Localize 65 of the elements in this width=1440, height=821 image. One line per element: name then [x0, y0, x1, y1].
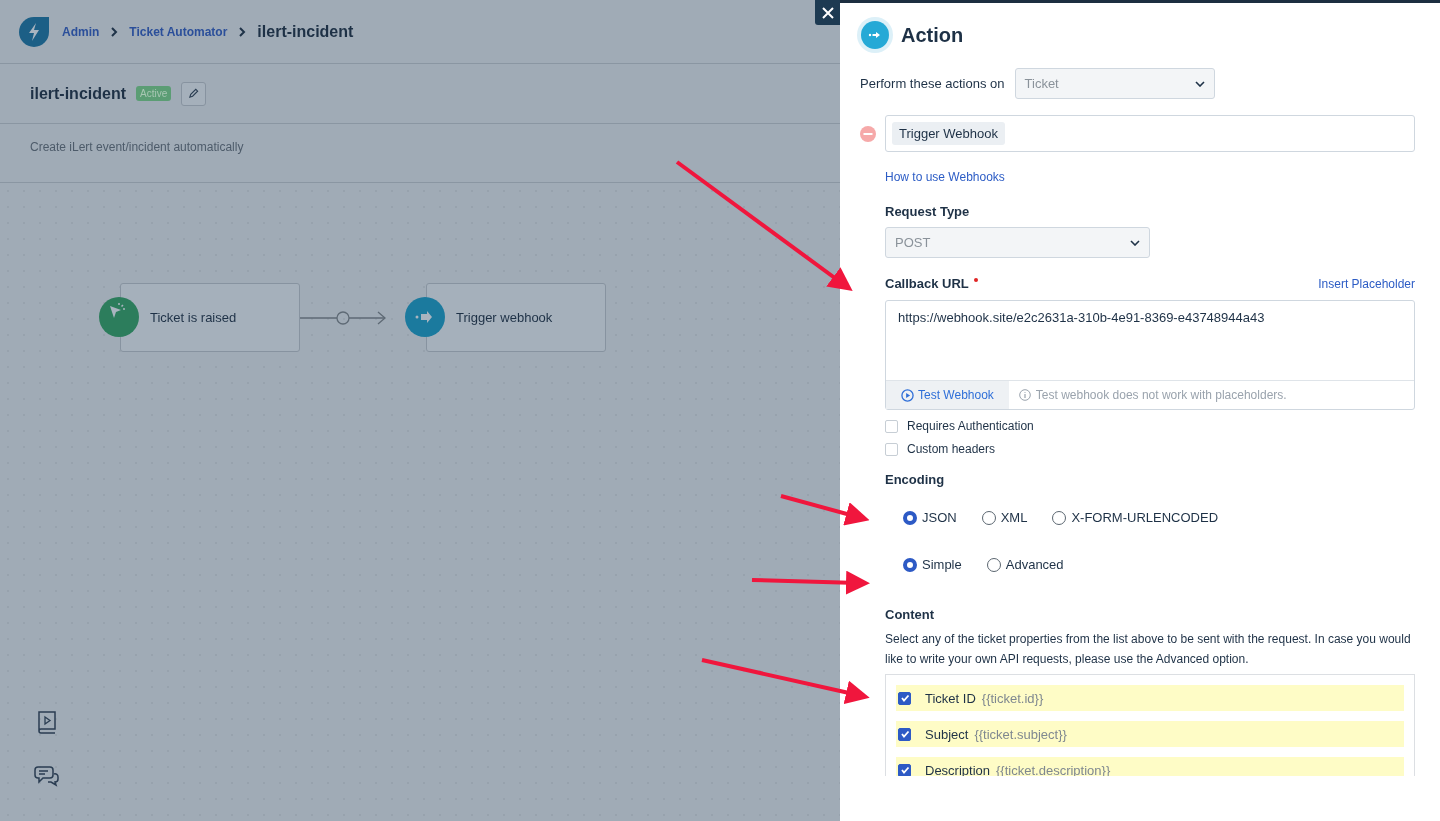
- radio-label: JSON: [922, 510, 957, 525]
- chevron-down-icon: [1194, 80, 1205, 87]
- cursor-click-icon: [99, 297, 139, 337]
- field-label: Request Type: [885, 204, 971, 219]
- test-webhook-button[interactable]: Test Webhook: [886, 381, 1009, 409]
- checkbox-label: Custom headers: [907, 442, 996, 456]
- chevron-icon: [109, 25, 120, 38]
- insert-placeholder-link[interactable]: Insert Placeholder: [1318, 276, 1415, 291]
- field-label: Encoding: [885, 472, 946, 487]
- radio-button[interactable]: [903, 510, 917, 525]
- field-label: Content: [885, 607, 936, 622]
- field-row[interactable]: Subject {{ticket.subject}}: [896, 721, 1404, 747]
- checkbox[interactable]: [898, 763, 911, 776]
- checkbox[interactable]: [898, 727, 911, 741]
- field-placeholder: {{ticket.subject}}: [974, 726, 1067, 742]
- field-row[interactable]: Ticket ID {{ticket.id}}: [896, 685, 1404, 711]
- help-link[interactable]: How to use Webhooks: [885, 170, 1415, 184]
- info-icon: [1018, 389, 1031, 401]
- chat-icon: [34, 765, 60, 787]
- radio-button[interactable]: [986, 557, 1001, 572]
- rule-name: ilert-incident: [30, 84, 126, 103]
- checkbox-label: Requires Authentication: [907, 419, 1034, 433]
- chevron-icon: [237, 25, 248, 38]
- checkbox[interactable]: [898, 691, 911, 705]
- edit-button[interactable]: [181, 81, 207, 106]
- rule-description: Create iLert event/incident automatically: [30, 140, 244, 154]
- content-hint: Select any of the ticket properties from the list above to be sent with the request. In case you would like to write your own API requests, please use the Advanced option.: [885, 631, 1412, 668]
- action-icon: [857, 17, 893, 53]
- book-icon: [36, 709, 58, 735]
- breadcrumb-link[interactable]: Admin: [62, 24, 100, 39]
- arrow-right-icon: [405, 297, 445, 337]
- radio-label: XML: [1000, 510, 1028, 525]
- node-label: Ticket is raised: [150, 310, 237, 325]
- remove-icon: [860, 125, 876, 142]
- close-icon: [820, 5, 835, 20]
- radio-label: Advanced: [1005, 557, 1064, 572]
- pencil-icon: [188, 88, 200, 99]
- field-label: Perform these actions on: [860, 76, 1005, 91]
- radio-button[interactable]: [981, 510, 996, 525]
- field-label: Callback URL: [885, 276, 969, 291]
- check-icon: [899, 693, 910, 703]
- chevron-down-icon: [1130, 239, 1140, 246]
- action-tag: Trigger Webhook: [892, 122, 1005, 145]
- play-icon: [901, 388, 914, 402]
- radio-label: X-FORM-URLENCODED: [1071, 510, 1219, 525]
- check-icon: [899, 765, 910, 775]
- check-icon: [899, 729, 910, 739]
- radio-button[interactable]: [903, 557, 917, 572]
- field-placeholder: {{ticket.id}}: [981, 690, 1044, 706]
- close-button[interactable]: [815, 0, 840, 25]
- panel-title: Action: [901, 23, 964, 47]
- node-label: Trigger webhook: [456, 310, 553, 325]
- logo-icon: [18, 15, 50, 48]
- url-field[interactable]: https://webhook.site/e2c2631a-310b-4e91-8369-e43748944a43: [886, 301, 1414, 380]
- radio-label: Simple: [922, 557, 962, 572]
- workflow-node[interactable]: Trigger webhook: [426, 283, 606, 352]
- field-name: Subject: [925, 726, 969, 742]
- radio-button[interactable]: [1052, 510, 1067, 525]
- action-field[interactable]: Trigger Webhook: [885, 115, 1415, 152]
- workflow-node[interactable]: Ticket is raised: [120, 283, 300, 352]
- breadcrumb-current: ilert-incident: [257, 22, 354, 41]
- status-badge: Active: [136, 86, 172, 101]
- breadcrumb-link[interactable]: Ticket Automator: [129, 24, 228, 39]
- field-name: Ticket ID: [925, 690, 976, 706]
- test-note: Test webhook does not work with placeholders.: [1035, 388, 1287, 402]
